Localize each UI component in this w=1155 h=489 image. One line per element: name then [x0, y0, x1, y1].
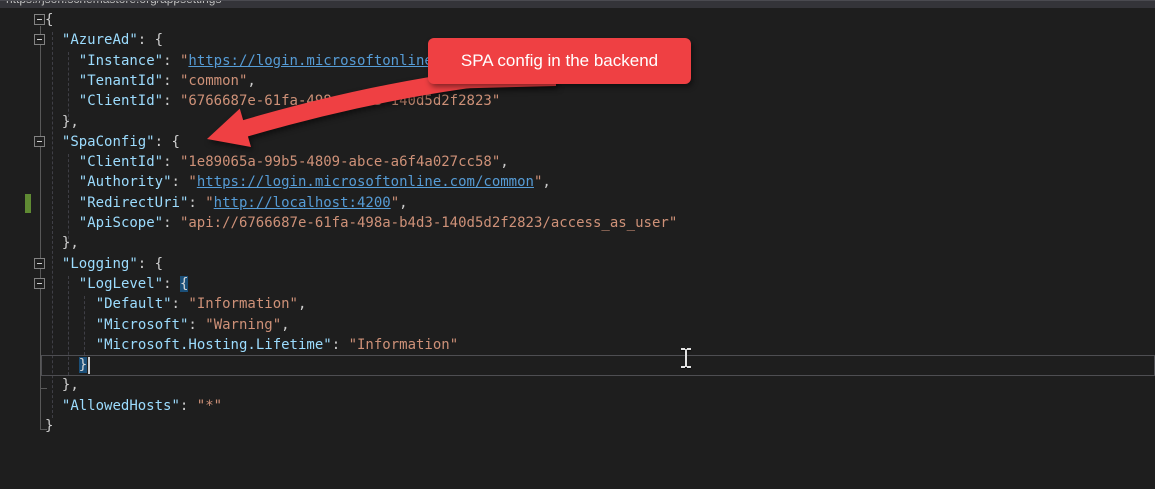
- json-string: "6766687e-61fa-498a-b4d3-140d5d2f2823": [179, 93, 501, 110]
- json-key: "Instance": [78, 52, 164, 69]
- json-key: "LogLevel": [78, 275, 164, 292]
- code-line[interactable]: },: [0, 375, 1155, 396]
- json-punct: ,: [247, 72, 256, 89]
- json-string: "*": [196, 397, 223, 414]
- code-line[interactable]: "Microsoft.Hosting.Lifetime": "Informati…: [0, 335, 1155, 356]
- json-punct: ,: [297, 296, 307, 313]
- json-key: "ApiScope": [78, 215, 164, 231]
- code-line[interactable]: "SpaConfig": {: [0, 132, 1155, 153]
- code-line[interactable]: }: [0, 355, 1155, 376]
- json-punct: :: [163, 72, 180, 89]
- schema-url: https://json.schemastore.org/appsettings: [6, 1, 221, 6]
- code-line[interactable]: "LogLevel": {: [0, 274, 1155, 295]
- json-punct: :: [331, 336, 349, 353]
- json-key: "Logging": [61, 255, 138, 272]
- json-punct: :: [188, 316, 206, 333]
- annotation-callout: SPA config in the backend: [428, 38, 691, 84]
- json-punct: ,: [542, 174, 551, 191]
- json-string: "Warning": [205, 316, 282, 333]
- code-line[interactable]: "Authority": "https://login.microsoftonl…: [0, 172, 1155, 193]
- json-string: ": [390, 194, 400, 211]
- json-key: "Microsoft": [95, 316, 189, 333]
- json-punct: :: [171, 296, 189, 313]
- code-line[interactable]: "AllowedHosts": "*": [0, 396, 1155, 417]
- code-line[interactable]: "Microsoft": "Warning",: [0, 315, 1155, 336]
- brace-match: {: [179, 275, 189, 292]
- json-key: "TenantId": [78, 72, 164, 89]
- json-link[interactable]: http://localhost:4200: [214, 195, 391, 211]
- json-punct: :: [163, 275, 180, 292]
- json-punct: : {: [137, 255, 164, 272]
- text-caret: [87, 357, 90, 375]
- json-string: "1e89065a-99b5-4809-abce-a6f4a027cc58": [179, 154, 501, 171]
- json-punct: :: [163, 215, 180, 231]
- json-punct: :: [163, 93, 180, 110]
- json-key: "SpaConfig": [61, 133, 155, 150]
- json-punct: },: [61, 235, 79, 252]
- json-string: "api://6766687e-61fa-498a-b4d3-140d5d2f2…: [179, 215, 678, 231]
- fold-marker[interactable]: [34, 257, 45, 269]
- json-key: "Microsoft.Hosting.Lifetime": [95, 336, 332, 353]
- json-punct: },: [61, 113, 79, 130]
- json-key: "RedirectUri": [78, 194, 189, 211]
- fold-end-tick: [40, 429, 47, 430]
- fold-marker[interactable]: [34, 14, 45, 25]
- fold-marker[interactable]: [34, 34, 45, 46]
- json-punct: :: [163, 52, 180, 69]
- code-line[interactable]: "ClientId": "1e89065a-99b5-4809-abce-a6f…: [0, 152, 1155, 173]
- code-line[interactable]: "Default": "Information",: [0, 294, 1155, 315]
- annotation-label: SPA config in the backend: [460, 51, 659, 70]
- json-key: "AzureAd": [61, 32, 138, 49]
- json-key: "Default": [95, 296, 172, 313]
- json-punct: },: [61, 377, 79, 394]
- json-punct: :: [188, 194, 206, 211]
- json-punct: :: [179, 397, 197, 414]
- json-string: ": [188, 174, 197, 191]
- json-key: "Authority": [78, 174, 172, 191]
- code-line[interactable]: {: [0, 10, 1155, 31]
- vs-json-editor-window: https://json.schemastore.org/appsettings…: [0, 0, 1155, 489]
- json-key: "AllowedHosts": [61, 397, 180, 414]
- json-punct: :: [171, 174, 189, 191]
- json-string: "common": [179, 72, 248, 89]
- json-punct: :: [163, 154, 180, 171]
- json-key: "ClientId": [78, 154, 164, 171]
- fold-marker[interactable]: [34, 135, 45, 147]
- json-key: "ClientId": [78, 93, 164, 110]
- modified-line-indicator: [25, 193, 31, 213]
- json-string: "Information": [188, 296, 298, 313]
- code-line[interactable]: "RedirectUri": "http://localhost:4200",: [0, 193, 1155, 214]
- json-punct: ,: [281, 316, 290, 333]
- json-punct: }: [45, 418, 54, 434]
- code-line[interactable]: "ApiScope": "api://6766687e-61fa-498a-b4…: [0, 213, 1155, 234]
- code-line[interactable]: },: [0, 112, 1155, 133]
- code-line[interactable]: },: [0, 233, 1155, 254]
- brace-match: }: [78, 357, 88, 374]
- code-line[interactable]: }: [0, 416, 1155, 437]
- json-punct: ,: [500, 154, 509, 171]
- json-punct: {: [45, 12, 54, 28]
- json-punct: ,: [399, 194, 408, 211]
- code-line[interactable]: "Logging": {: [0, 254, 1155, 275]
- json-punct: : {: [137, 32, 164, 49]
- json-punct: : {: [154, 133, 180, 150]
- json-string: "Information": [348, 336, 459, 353]
- json-link[interactable]: https://login.microsoftonline.com/common: [197, 174, 534, 190]
- fold-end-tick: [40, 388, 47, 390]
- fold-marker[interactable]: [34, 277, 45, 289]
- json-string: ": [205, 194, 214, 211]
- code-line[interactable]: "ClientId": "6766687e-61fa-498a-b4d3-140…: [0, 91, 1155, 112]
